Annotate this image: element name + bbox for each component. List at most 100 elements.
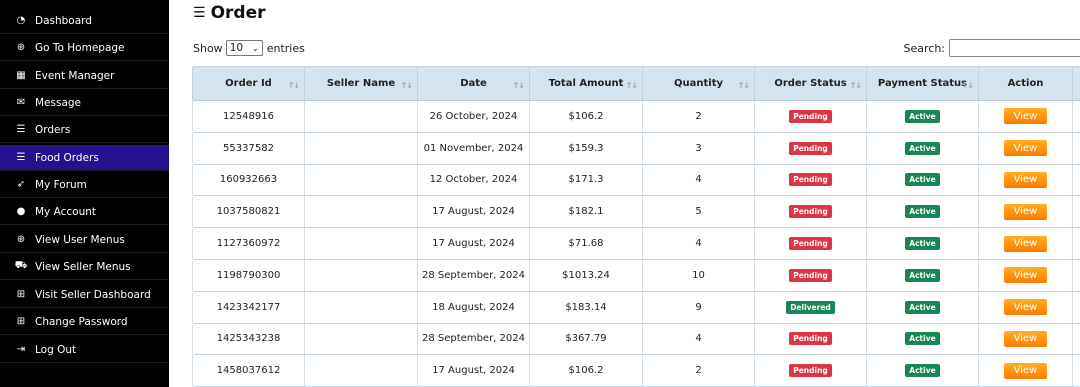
sort-icon: ↑↓ (625, 81, 638, 90)
cell-order-id: 1127360972 (192, 228, 305, 259)
table-body: 12548916 26 October, 2024 $106.2 2 Pending Ac… (192, 101, 1080, 387)
column-header-order-status[interactable]: Order Status ↑↓ (754, 67, 867, 100)
sidebar-item-message[interactable]: ✉ Message (0, 90, 169, 116)
sidebar-item-orders[interactable]: ☰ Orders (0, 117, 169, 143)
sidebar-item-change-password[interactable]: ⊞ Change Password (0, 309, 169, 335)
cell-seller-name (304, 164, 418, 196)
gift-icon: ⊞ (16, 289, 26, 300)
cell-date: 28 September, 2024 (417, 323, 530, 355)
table-row: 55337582 01 November, 2024 $159.3 3 Pending A… (192, 132, 1080, 165)
cell-action: View (978, 132, 1073, 164)
view-button[interactable]: View (1004, 140, 1047, 157)
view-button[interactable]: View (1004, 267, 1047, 284)
cell-order-status: Pending (754, 164, 867, 196)
view-button[interactable]: View (1004, 362, 1047, 379)
search-input[interactable] (949, 39, 1080, 57)
column-header-action[interactable]: Action (978, 67, 1073, 100)
column-header-label: Seller Name (326, 78, 396, 89)
envelope-icon: ✉ (16, 97, 26, 108)
sidebar-item-label: Event Manager (35, 69, 115, 82)
cell-seller-name (304, 323, 418, 355)
sidebar-item-my-account[interactable]: ● My Account (0, 199, 169, 225)
column-header-label: Action (1007, 78, 1044, 89)
column-header-order-id[interactable]: Order Id ↑↓ (192, 67, 305, 100)
cell-order-id: 1037580821 (192, 196, 305, 228)
sidebar-item-visit-seller-dashboard[interactable]: ⊞ Visit Seller Dashboard (0, 282, 169, 308)
sidebar-item-go-to-homepage[interactable]: ⊕ Go To Homepage (0, 35, 169, 61)
entries-select[interactable]: 10 ⌄ (225, 40, 263, 56)
cell-order-id: 12548916 (192, 101, 305, 132)
forum-icon: ➶ (16, 179, 26, 190)
cell-total-amount: $1013.24 (529, 259, 643, 291)
logout-icon: ⇥ (16, 344, 26, 355)
table-header: Order Id ↑↓ Seller Name ↑↓ Date ↑↓ Total Amoun… (192, 67, 1080, 101)
list-icon: ☰ (16, 124, 26, 135)
cell-date: 26 October, 2024 (417, 101, 530, 132)
view-button[interactable]: View (1004, 108, 1047, 125)
sidebar-item-view-seller-menus[interactable]: ⛟ View Seller Menus (0, 254, 169, 280)
order-status-badge: Pending (789, 141, 832, 155)
entries-label: entries (266, 41, 305, 55)
table-row: 1037580821 17 August, 2024 $182.1 5 Pending A… (192, 196, 1080, 229)
table-row: 1423342177 18 August, 2024 $183.14 9 Deliver… (192, 291, 1080, 324)
cell-total-amount: $159.3 (529, 132, 643, 164)
payment-status-badge: Active (905, 332, 940, 346)
cell-payment-status: Active (866, 164, 979, 196)
cell-order-id: 1198790300 (192, 259, 305, 291)
column-header-seller-name[interactable]: Seller Name ↑↓ (304, 67, 418, 100)
cell-order-id: 1423342177 (192, 291, 305, 323)
sort-icon: ↑↓ (961, 81, 974, 90)
show-label: Show (193, 41, 223, 55)
cell-quantity: 3 (642, 132, 755, 164)
cell-quantity: 2 (642, 355, 755, 387)
sort-icon: ↑↓ (737, 81, 750, 90)
cell-date: 18 August, 2024 (417, 291, 530, 323)
page-title-text: Order (210, 3, 266, 23)
main-content: ☰ Order Show 10 ⌄ entries Search: Order … (169, 0, 1080, 387)
sidebar-item-event-manager[interactable]: ▦ Event Manager (0, 63, 169, 89)
cell-action: View (978, 101, 1073, 132)
cell-quantity: 9 (642, 291, 755, 323)
show-entries: Show 10 ⌄ entries (193, 40, 305, 56)
view-button[interactable]: View (1004, 299, 1047, 316)
sort-icon: ↑↓ (849, 81, 862, 90)
cell-order-id: 1458037612 (192, 355, 305, 387)
view-button[interactable]: View (1004, 203, 1047, 220)
view-button[interactable]: View (1004, 330, 1047, 347)
cell-order-status: Pending (754, 132, 867, 164)
sidebar-item-view-user-menus[interactable]: ⊕ View User Menus (0, 227, 169, 253)
user-icon: ● (16, 206, 26, 217)
column-header-payment-status[interactable]: Payment Status ↑↓ (866, 67, 979, 100)
cell-action: View (978, 259, 1073, 291)
cell-payment-status: Active (866, 355, 979, 387)
dashboard-icon: ◔ (16, 15, 26, 26)
sidebar-item-dashboard[interactable]: ◔ Dashboard (0, 8, 169, 34)
table-row: 160932663 12 October, 2024 $171.3 4 Pending A… (192, 164, 1080, 197)
globe-icon: ⊕ (16, 42, 26, 53)
sidebar-item-label: My Account (35, 205, 97, 218)
gift-icon: ⊞ (16, 316, 26, 327)
sidebar-item-food-orders[interactable]: ☰ Food Orders (0, 145, 169, 171)
globe-icon: ⊕ (16, 234, 26, 245)
column-header-total-amount[interactable]: Total Amount ↑↓ (529, 67, 643, 100)
sidebar-item-my-forum[interactable]: ➶ My Forum (0, 172, 169, 198)
view-button[interactable]: View (1004, 235, 1047, 252)
chevron-down-icon: ⌄ (251, 43, 259, 53)
payment-status-badge: Active (905, 141, 940, 155)
sidebar-item-label: Change Password (35, 315, 128, 328)
truck-icon: ⛟ (14, 260, 28, 271)
sidebar-item-log-out[interactable]: ⇥ Log Out (0, 337, 169, 363)
column-header-quantity[interactable]: Quantity ↑↓ (642, 67, 755, 100)
sidebar-item-label: Food Orders (35, 151, 99, 164)
list-icon: ☰ (16, 152, 26, 163)
cell-date: 28 September, 2024 (417, 259, 530, 291)
column-header-label: Date (460, 78, 487, 89)
list-icon: ☰ (193, 5, 206, 21)
view-button[interactable]: View (1004, 171, 1047, 188)
cell-action: View (978, 196, 1073, 228)
cell-quantity: 4 (642, 323, 755, 355)
cell-total-amount: $367.79 (529, 323, 643, 355)
cell-quantity: 4 (642, 228, 755, 259)
column-header-date[interactable]: Date ↑↓ (417, 67, 530, 100)
cell-total-amount: $106.2 (529, 355, 643, 387)
